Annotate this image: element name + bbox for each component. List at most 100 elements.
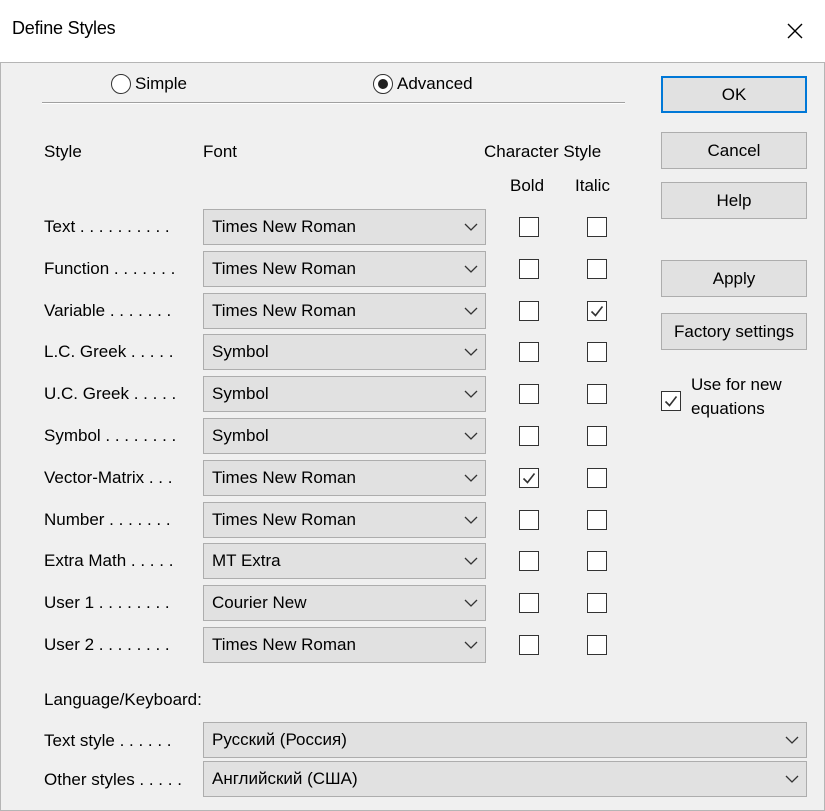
italic-checkbox[interactable] (587, 593, 607, 613)
bold-checkbox[interactable] (519, 593, 539, 613)
bold-checkbox[interactable] (519, 384, 539, 404)
chevron-down-icon (457, 307, 485, 315)
bold-checkbox[interactable] (519, 510, 539, 530)
checkmark-icon (522, 473, 536, 484)
font-dropdown[interactable]: Times New Roman (203, 627, 486, 663)
chevron-down-icon (457, 432, 485, 440)
italic-checkbox[interactable] (587, 426, 607, 446)
bold-checkbox[interactable] (519, 259, 539, 279)
chevron-down-icon (457, 516, 485, 524)
style-row-label: Text . . . . . . . . . . (44, 217, 170, 236)
italic-checkbox[interactable] (587, 342, 607, 362)
italic-checkbox[interactable] (587, 635, 607, 655)
bold-checkbox[interactable] (519, 301, 539, 321)
cancel-button[interactable]: Cancel (661, 132, 807, 169)
language-keyboard-heading: Language/Keyboard: (44, 690, 202, 709)
italic-checkbox[interactable] (587, 510, 607, 530)
style-row-label: Function . . . . . . . (44, 259, 176, 278)
font-dropdown-value: Courier New (212, 593, 307, 612)
radio-simple[interactable]: Simple (111, 74, 187, 94)
font-dropdown[interactable]: Courier New (203, 585, 486, 621)
bold-checkbox[interactable] (519, 551, 539, 571)
header-style: Style (44, 142, 82, 161)
chevron-down-icon (457, 599, 485, 607)
chevron-down-icon (778, 775, 806, 783)
chevron-down-icon (457, 348, 485, 356)
radio-advanced-label: Advanced (397, 74, 473, 93)
italic-checkbox[interactable] (587, 468, 607, 488)
chevron-down-icon (457, 641, 485, 649)
checkmark-icon (664, 396, 678, 407)
style-row-label: Number . . . . . . . (44, 510, 171, 529)
chevron-down-icon (457, 474, 485, 482)
radio-selected-dot (378, 79, 388, 89)
other-styles-value: Английский (США) (212, 769, 358, 788)
italic-checkbox[interactable] (587, 384, 607, 404)
font-dropdown[interactable]: Times New Roman (203, 209, 486, 245)
header-italic: Italic (575, 176, 610, 195)
chevron-down-icon (457, 265, 485, 273)
bold-checkbox[interactable] (519, 342, 539, 362)
header-character-style: Character Style (484, 142, 602, 161)
font-dropdown[interactable]: Symbol (203, 334, 486, 370)
bold-checkbox[interactable] (519, 468, 539, 488)
font-dropdown-value: MT Extra (212, 551, 281, 570)
style-row-label: User 1 . . . . . . . . (44, 593, 170, 612)
radio-simple-indicator[interactable] (111, 74, 131, 94)
style-row-label: Variable . . . . . . . (44, 301, 172, 320)
italic-checkbox[interactable] (587, 217, 607, 237)
text-style-dropdown[interactable]: Русский (Россия) (203, 722, 807, 758)
chevron-down-icon (457, 390, 485, 398)
font-dropdown-value: Times New Roman (212, 259, 356, 278)
font-dropdown-value: Times New Roman (212, 301, 356, 320)
font-dropdown-value: Times New Roman (212, 510, 356, 529)
style-row-label: U.C. Greek . . . . . (44, 384, 177, 403)
bold-checkbox[interactable] (519, 217, 539, 237)
chevron-down-icon (457, 223, 485, 231)
italic-checkbox[interactable] (587, 301, 607, 321)
factory-settings-button[interactable]: Factory settings (661, 313, 807, 350)
font-dropdown-value: Symbol (212, 384, 269, 403)
italic-checkbox[interactable] (587, 259, 607, 279)
bold-checkbox[interactable] (519, 426, 539, 446)
font-dropdown[interactable]: Symbol (203, 376, 486, 412)
ok-button[interactable]: OK (661, 76, 807, 113)
help-button[interactable]: Help (661, 182, 807, 219)
font-dropdown[interactable]: MT Extra (203, 543, 486, 579)
font-dropdown[interactable]: Times New Roman (203, 502, 486, 538)
checkmark-icon (590, 306, 604, 317)
use-for-new-label-line1: Use for new (691, 375, 782, 394)
font-dropdown-value: Times New Roman (212, 217, 356, 236)
close-button[interactable] (765, 0, 825, 62)
other-styles-dropdown[interactable]: Английский (США) (203, 761, 807, 797)
use-for-new-label-line2: equations (691, 399, 765, 418)
style-row-label: L.C. Greek . . . . . (44, 342, 174, 361)
radio-advanced[interactable]: Advanced (373, 74, 473, 94)
style-row-label: User 2 . . . . . . . . (44, 635, 170, 654)
header-font: Font (203, 142, 238, 161)
font-dropdown[interactable]: Times New Roman (203, 251, 486, 287)
font-dropdown-value: Symbol (212, 342, 269, 361)
text-style-value: Русский (Россия) (212, 730, 347, 749)
header-bold: Bold (510, 176, 545, 195)
radio-advanced-indicator[interactable] (373, 74, 393, 94)
font-dropdown[interactable]: Times New Roman (203, 460, 486, 496)
use-for-new-checkbox[interactable] (661, 391, 681, 411)
font-dropdown-value: Times New Roman (212, 635, 356, 654)
separator (42, 102, 625, 104)
apply-button[interactable]: Apply (661, 260, 807, 297)
title-bar: Define Styles (0, 0, 825, 62)
radio-simple-label: Simple (135, 74, 187, 93)
style-row-label: Extra Math . . . . . (44, 551, 174, 570)
text-style-label: Text style . . . . . . (44, 731, 172, 750)
other-styles-label: Other styles . . . . . (44, 770, 182, 789)
style-row-label: Vector-Matrix . . . (44, 468, 173, 487)
font-dropdown[interactable]: Symbol (203, 418, 486, 454)
chevron-down-icon (457, 557, 485, 565)
font-dropdown-value: Symbol (212, 426, 269, 445)
font-dropdown-value: Times New Roman (212, 468, 356, 487)
font-dropdown[interactable]: Times New Roman (203, 293, 486, 329)
chevron-down-icon (778, 736, 806, 744)
italic-checkbox[interactable] (587, 551, 607, 571)
bold-checkbox[interactable] (519, 635, 539, 655)
